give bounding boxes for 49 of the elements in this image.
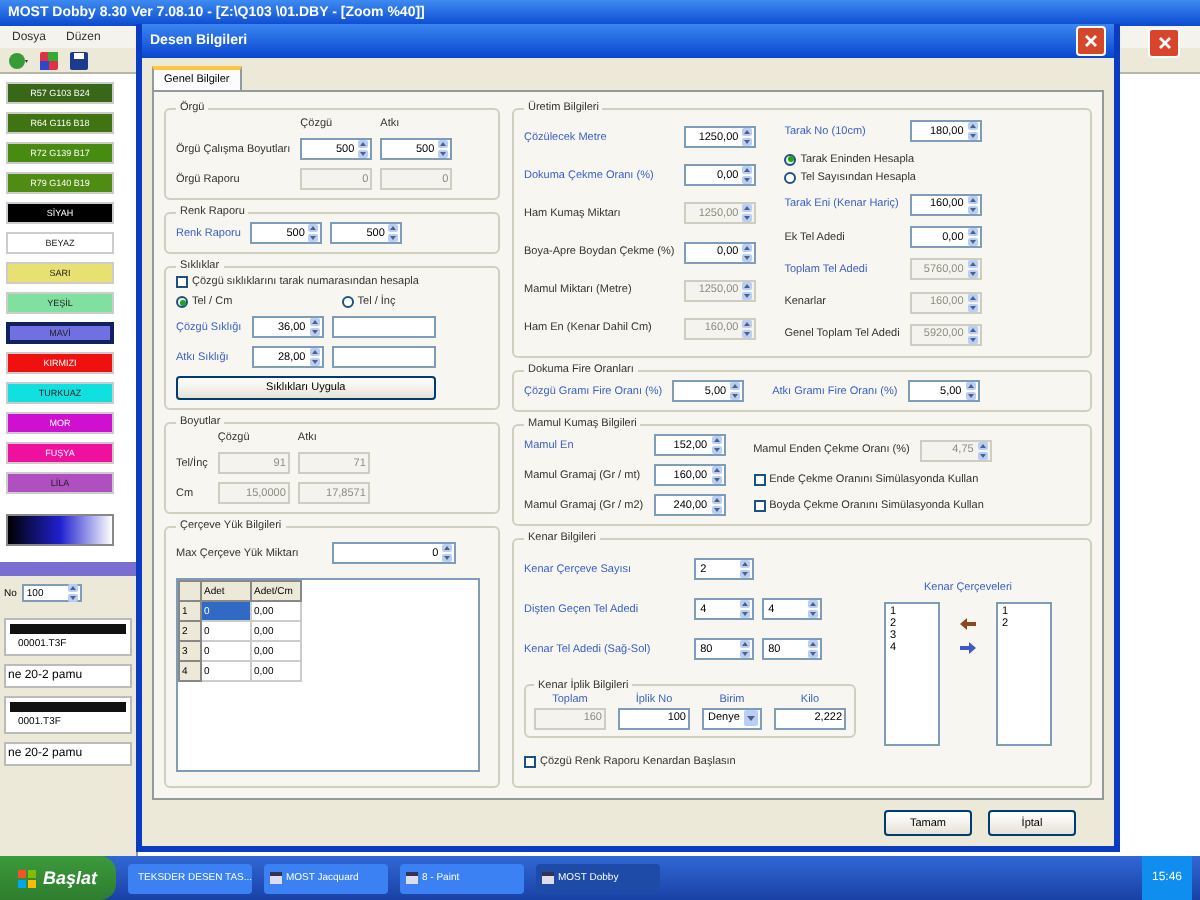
windows-flag-icon [18, 869, 37, 887]
input-field[interactable] [331, 316, 436, 338]
spinner-arrows-icon[interactable] [967, 228, 978, 246]
spinner-arrows-icon[interactable] [742, 243, 753, 262]
radio-circle-icon[interactable] [784, 153, 797, 165]
spinner-arrows-icon[interactable] [711, 436, 722, 454]
spinner-arrows-icon[interactable] [711, 466, 722, 484]
spinner-arrows-icon[interactable] [965, 382, 976, 400]
spinner-arrows-icon[interactable] [308, 224, 319, 242]
spinner-arrows-icon[interactable] [740, 600, 751, 619]
spinner-arrows-icon[interactable] [808, 600, 819, 619]
spinner-arrows-icon[interactable] [967, 122, 978, 141]
grid-corner [179, 581, 201, 601]
palette-icon[interactable] [40, 51, 58, 69]
close-button[interactable] [1076, 26, 1106, 56]
start-button[interactable]: Başlat [0, 856, 116, 900]
radio-circle-icon[interactable] [784, 171, 797, 183]
spinner-arrows-icon[interactable] [68, 584, 79, 602]
window-icon [406, 872, 418, 884]
dropdown-arrow-icon[interactable] [744, 710, 758, 727]
close-icon[interactable] [1084, 34, 1098, 48]
close-icon[interactable] [1157, 36, 1171, 50]
arrow-left-icon[interactable] [960, 617, 976, 629]
spinner-arrows-icon[interactable] [967, 195, 978, 214]
spinner-arrows-icon[interactable] [711, 496, 722, 514]
spinner-arrows-icon[interactable] [742, 166, 753, 185]
globe-icon[interactable] [8, 51, 28, 69]
close-button[interactable] [1148, 28, 1180, 58]
spinner-arrows-icon[interactable] [742, 128, 753, 147]
input-field[interactable] [331, 346, 436, 368]
header-strip [0, 562, 136, 576]
window-icon [270, 872, 282, 884]
spinner-arrows-icon[interactable] [808, 640, 819, 659]
spinner-arrows-icon[interactable] [730, 382, 741, 400]
radio-circle-icon[interactable] [341, 296, 354, 308]
spinner-arrows-icon[interactable] [388, 224, 399, 242]
spinner-arrows-icon[interactable] [358, 140, 369, 158]
color-gradient-bar[interactable] [6, 514, 114, 546]
spinner-arrows-icon[interactable] [438, 140, 449, 158]
window-icon [542, 872, 554, 884]
pattern-strip [10, 624, 126, 634]
arrow-right-icon[interactable] [960, 641, 976, 653]
radio-circle-icon[interactable] [176, 296, 188, 308]
spinner-arrows-icon[interactable] [309, 348, 320, 366]
spinner-arrows-icon[interactable] [740, 640, 751, 659]
pattern-strip [10, 702, 126, 712]
spinner-arrows-icon[interactable] [309, 318, 320, 336]
spinner-arrows-icon[interactable] [740, 560, 751, 579]
spinner-arrows-icon[interactable] [442, 544, 453, 562]
